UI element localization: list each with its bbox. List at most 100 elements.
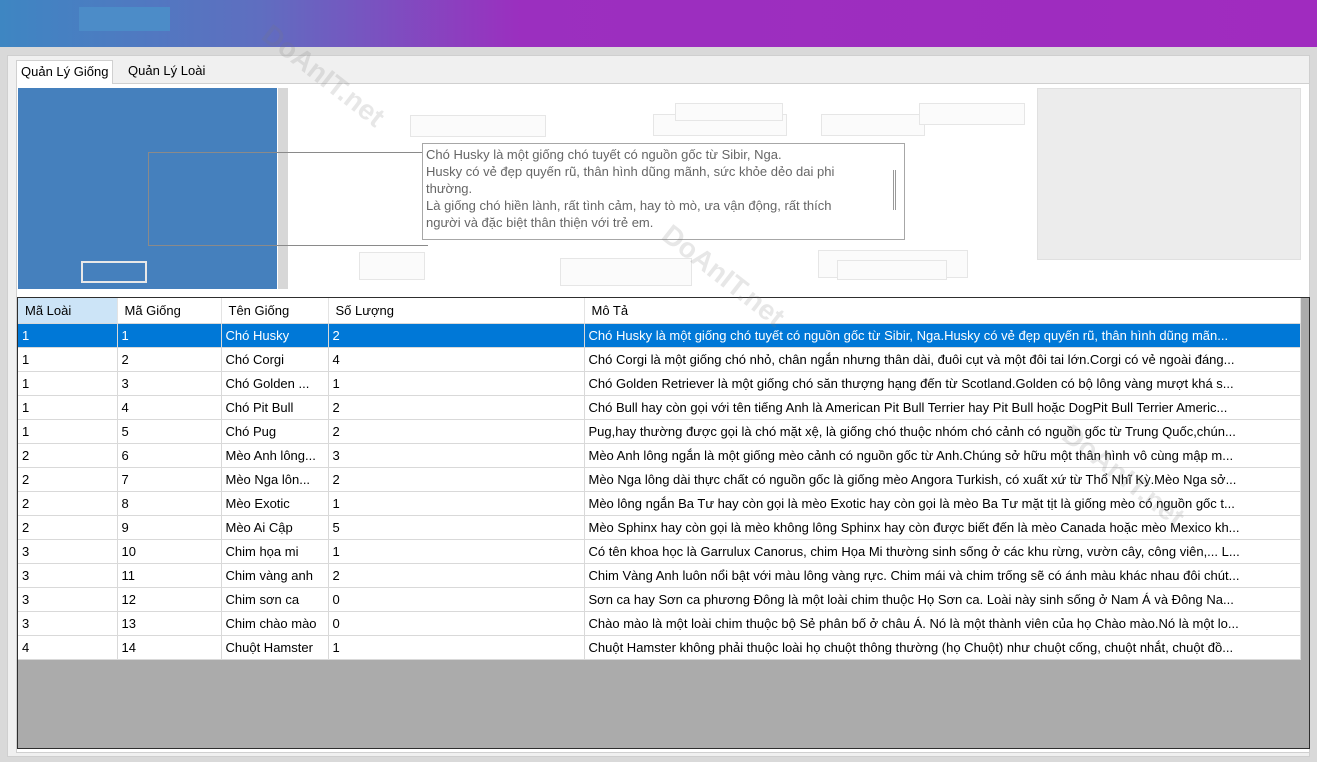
cell-ten-giong[interactable]: Mèo Anh lông...: [221, 443, 329, 468]
cell-so-luong[interactable]: 2: [328, 395, 585, 420]
cell-ten-giong[interactable]: Chim họa mi: [221, 539, 329, 564]
cell-mo-ta[interactable]: Pug,hay thường được gọi là chó mặt xệ, l…: [584, 419, 1301, 444]
cell-ten-giong[interactable]: Chó Pit Bull: [221, 395, 329, 420]
table-row[interactable]: 3 13 Chim chào mào 0 Chào mào là một loài ch…: [18, 611, 1301, 636]
cell-ten-giong[interactable]: Chim sơn ca: [221, 587, 329, 612]
cell-ma-giong[interactable]: 7: [117, 467, 222, 492]
cell-ma-loai[interactable]: 3: [18, 611, 118, 636]
breed-name-field[interactable]: [148, 152, 428, 246]
table-row[interactable]: 3 11 Chim vàng anh 2 Chim Vàng Anh luôn nổi …: [18, 563, 1301, 588]
cell-ten-giong[interactable]: Mèo Ai Cập: [221, 515, 329, 540]
cell-ma-giong[interactable]: 14: [117, 635, 222, 660]
table-row[interactable]: 1 5 Chó Pug 2 Pug,hay thường được gọi là chó…: [18, 419, 1301, 444]
cell-so-luong[interactable]: 2: [328, 467, 585, 492]
cell-ma-loai[interactable]: 1: [18, 347, 118, 372]
cell-ma-loai[interactable]: 1: [18, 419, 118, 444]
cell-mo-ta[interactable]: Sơn ca hay Sơn ca phương Đông là một loà…: [584, 587, 1301, 612]
cell-mo-ta[interactable]: Chào mào là một loài chim thuộc bộ Sẻ ph…: [584, 611, 1301, 636]
cell-ma-loai[interactable]: 2: [18, 491, 118, 516]
tab-quan-ly-loai[interactable]: Quản Lý Loài: [124, 60, 209, 84]
cell-so-luong[interactable]: 2: [328, 563, 585, 588]
cell-so-luong[interactable]: 5: [328, 515, 585, 540]
cell-so-luong[interactable]: 1: [328, 539, 585, 564]
table-row[interactable]: 2 6 Mèo Anh lông... 3 Mèo Anh lông ngắn là m…: [18, 443, 1301, 468]
reset-button[interactable]: [837, 260, 947, 280]
cell-so-luong[interactable]: 1: [328, 635, 585, 660]
cell-ten-giong[interactable]: Mèo Exotic: [221, 491, 329, 516]
cell-so-luong[interactable]: 1: [328, 371, 585, 396]
cell-ma-giong[interactable]: 3: [117, 371, 222, 396]
cell-so-luong[interactable]: 2: [328, 419, 585, 444]
cell-ma-loai[interactable]: 1: [18, 395, 118, 420]
cell-mo-ta[interactable]: Chuột Hamster không phải thuộc loài họ c…: [584, 635, 1301, 660]
cell-mo-ta[interactable]: Mèo lông ngắn Ba Tư hay còn gọi là mèo E…: [584, 491, 1301, 516]
cell-ma-giong[interactable]: 2: [117, 347, 222, 372]
add-button[interactable]: [359, 252, 425, 280]
cell-ten-giong[interactable]: Chim vàng anh: [221, 563, 329, 588]
cell-mo-ta[interactable]: Chó Husky là một giống chó tuyết có nguồ…: [584, 323, 1301, 348]
cell-ten-giong[interactable]: Chó Corgi: [221, 347, 329, 372]
cell-mo-ta[interactable]: Có tên khoa học là Garrulux Canorus, chi…: [584, 539, 1301, 564]
table-row[interactable]: 4 14 Chuột Hamster 1 Chuột Hamster không phả…: [18, 635, 1301, 660]
cell-ma-giong[interactable]: 6: [117, 443, 222, 468]
cell-ten-giong[interactable]: Chó Pug: [221, 419, 329, 444]
column-header-ma-giong[interactable]: Mã Giống: [117, 298, 222, 324]
cell-mo-ta[interactable]: Chó Corgi là một giống chó nhỏ, chân ngắ…: [584, 347, 1301, 372]
cell-so-luong[interactable]: 0: [328, 611, 585, 636]
cell-ma-giong[interactable]: 5: [117, 419, 222, 444]
tab-quan-ly-giong[interactable]: Quản Lý Giống: [16, 60, 114, 84]
cell-mo-ta[interactable]: Chó Bull hay còn gọi với tên tiếng Anh l…: [584, 395, 1301, 420]
cell-ma-loai[interactable]: 3: [18, 539, 118, 564]
cell-ten-giong[interactable]: Chó Husky: [221, 323, 329, 348]
description-textarea[interactable]: Chó Husky là một giống chó tuyết có nguồ…: [422, 143, 905, 240]
table-row[interactable]: 3 12 Chim sơn ca 0 Sơn ca hay Sơn ca phương …: [18, 587, 1301, 612]
column-header-so-luong[interactable]: Số Lượng: [328, 298, 585, 324]
table-row[interactable]: 3 10 Chim họa mi 1 Có tên khoa học là Garrul…: [18, 539, 1301, 564]
cell-ma-giong[interactable]: 13: [117, 611, 222, 636]
table-row[interactable]: 2 8 Mèo Exotic 1 Mèo lông ngắn Ba Tư hay còn…: [18, 491, 1301, 516]
column-header-ma-loai[interactable]: Mã Loài: [18, 298, 118, 324]
cell-ma-giong[interactable]: 11: [117, 563, 222, 588]
cell-mo-ta[interactable]: Mèo Nga lông dài thực chất có nguồn gốc …: [584, 467, 1301, 492]
cell-ma-loai[interactable]: 2: [18, 443, 118, 468]
cell-ma-loai[interactable]: 1: [18, 371, 118, 396]
cell-ma-loai[interactable]: 1: [18, 323, 118, 348]
table-row[interactable]: 1 1 Chó Husky 2 Chó Husky là một giống chó t…: [18, 323, 1301, 348]
cell-so-luong[interactable]: 0: [328, 587, 585, 612]
cell-ma-giong[interactable]: 12: [117, 587, 222, 612]
cell-ma-giong[interactable]: 1: [117, 323, 222, 348]
quantity-field[interactable]: [821, 114, 925, 136]
browse-image-button[interactable]: [81, 261, 147, 283]
table-row[interactable]: 1 3 Chó Golden ... 1 Chó Golden Retriever là…: [18, 371, 1301, 396]
edit-button[interactable]: [560, 258, 692, 286]
cell-so-luong[interactable]: 2: [328, 323, 585, 348]
cell-ma-loai[interactable]: 3: [18, 587, 118, 612]
column-header-mo-ta[interactable]: Mô Tả: [584, 298, 1301, 324]
cell-so-luong[interactable]: 3: [328, 443, 585, 468]
cell-ma-loai[interactable]: 2: [18, 467, 118, 492]
cell-ma-giong[interactable]: 10: [117, 539, 222, 564]
cell-mo-ta[interactable]: Chó Golden Retriever là một giống chó să…: [584, 371, 1301, 396]
cell-ma-loai[interactable]: 2: [18, 515, 118, 540]
cell-mo-ta[interactable]: Mèo Sphinx hay còn gọi là mèo không lông…: [584, 515, 1301, 540]
cell-mo-ta[interactable]: Mèo Anh lông ngắn là một giống mèo cảnh …: [584, 443, 1301, 468]
column-header-ten-giong[interactable]: Tên Giống: [221, 298, 329, 324]
cell-ten-giong[interactable]: Chuột Hamster: [221, 635, 329, 660]
cell-ten-giong[interactable]: Chim chào mào: [221, 611, 329, 636]
cell-ten-giong[interactable]: Mèo Nga lôn...: [221, 467, 329, 492]
table-row[interactable]: 1 4 Chó Pit Bull 2 Chó Bull hay còn gọi với …: [18, 395, 1301, 420]
cell-ma-loai[interactable]: 3: [18, 563, 118, 588]
table-row[interactable]: 2 9 Mèo Ai Cập 5 Mèo Sphinx hay còn gọi là m…: [18, 515, 1301, 540]
cell-ma-giong[interactable]: 9: [117, 515, 222, 540]
cell-ten-giong[interactable]: Chó Golden ...: [221, 371, 329, 396]
table-row[interactable]: 2 7 Mèo Nga lôn... 2 Mèo Nga lông dài thực c…: [18, 467, 1301, 492]
description-scrollbar[interactable]: [893, 170, 896, 210]
cell-ma-giong[interactable]: 4: [117, 395, 222, 420]
species-id-field[interactable]: [410, 115, 546, 137]
cell-so-luong[interactable]: 1: [328, 491, 585, 516]
table-row[interactable]: 1 2 Chó Corgi 4 Chó Corgi là một giống chó n…: [18, 347, 1301, 372]
cell-so-luong[interactable]: 4: [328, 347, 585, 372]
cell-ma-giong[interactable]: 8: [117, 491, 222, 516]
cell-mo-ta[interactable]: Chim Vàng Anh luôn nổi bật với màu lông …: [584, 563, 1301, 588]
cell-ma-loai[interactable]: 4: [18, 635, 118, 660]
